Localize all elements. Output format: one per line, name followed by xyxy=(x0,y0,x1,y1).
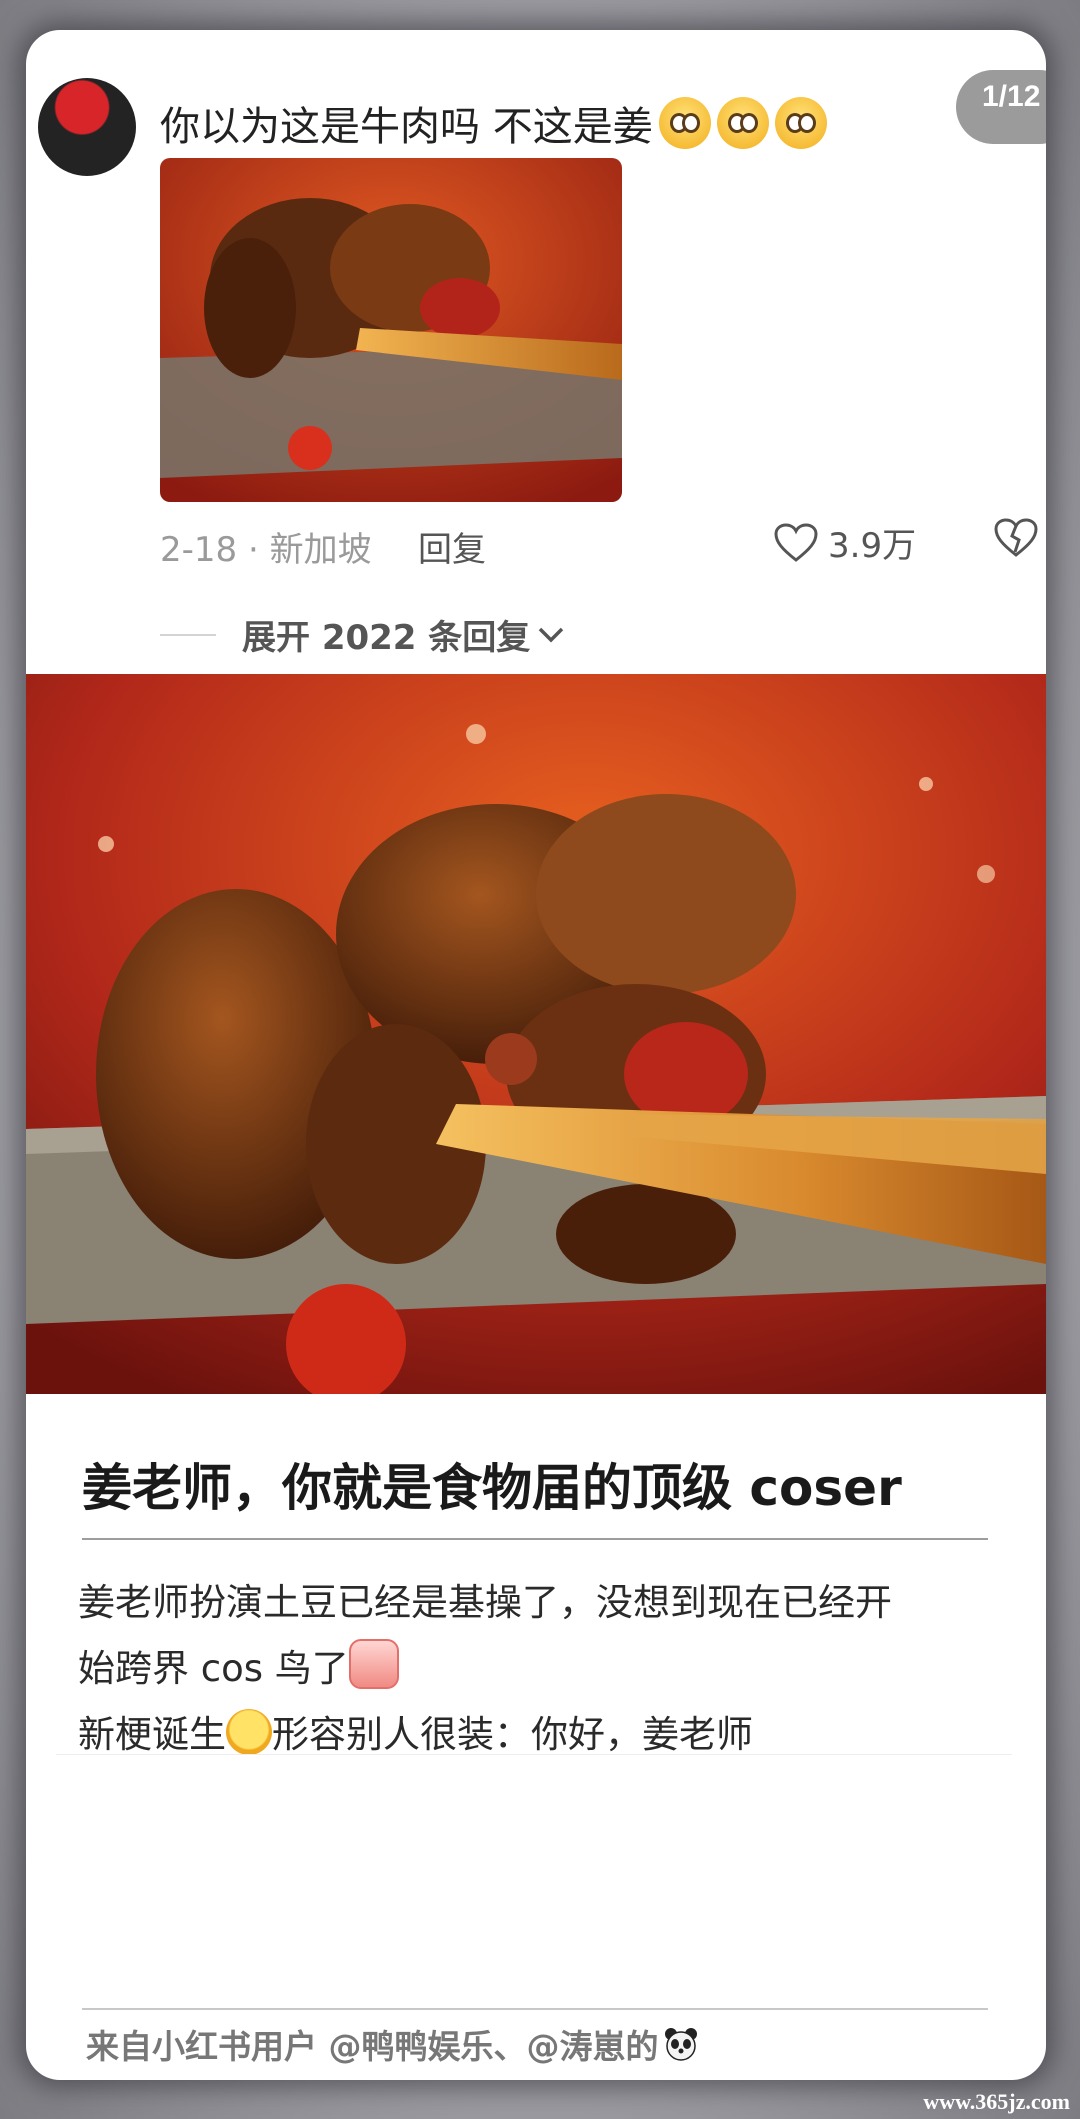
reply-button[interactable]: 回复 xyxy=(418,522,486,571)
body-line: 形容别人很装：你好，姜老师 xyxy=(272,1713,753,1756)
expand-replies-label: 展开 2022 条回复 xyxy=(242,618,531,658)
pleading-face-icon xyxy=(774,97,827,149)
footer-credit: 来自小红书用户 @鸭鸭娱乐、@涛崽的 xyxy=(86,2020,699,2068)
body-line: 始跨界 cos 鸟了 xyxy=(78,1647,349,1690)
divider xyxy=(56,1754,1012,1755)
article-title: 姜老师，你就是食物届的顶级 coser xyxy=(82,1459,902,1517)
commenter-avatar[interactable] xyxy=(38,78,136,176)
comment-meta: 2-18 · 新加坡 回复 3.9万 xyxy=(160,514,1040,574)
body-line: 新梗诞生 xyxy=(78,1713,226,1756)
divider xyxy=(160,633,216,636)
heart-icon xyxy=(774,522,818,562)
like-count: 3.9万 xyxy=(828,526,917,566)
body-line: 姜老师扮演土豆已经是基操了，没想到现在已经开 xyxy=(78,1581,892,1624)
duck-face-icon xyxy=(226,1709,272,1755)
title-divider xyxy=(82,1538,988,1540)
comment-image[interactable] xyxy=(160,158,622,502)
page-indicator: 1/12 xyxy=(956,70,1046,144)
footer-divider xyxy=(82,2008,988,2010)
chevron-down-icon xyxy=(539,627,564,642)
post-image[interactable] xyxy=(26,674,1046,1394)
comment-text-row: 你以为这是牛肉吗 不这是姜 xyxy=(160,94,827,152)
panda-icon xyxy=(664,2028,697,2061)
body-line-with-emoji: 新梗诞生 形容别人很装：你好，姜老师 xyxy=(78,1702,1008,1768)
body-line-with-emoji: 始跨界 cos 鸟了 xyxy=(78,1636,1008,1702)
crying-face-icon xyxy=(348,1639,399,1689)
pleading-face-icon xyxy=(658,97,711,149)
like-button[interactable]: 3.9万 xyxy=(774,518,916,567)
post-card: 1/12 你以为这是牛肉吗 不这是姜 2-18 · 新加坡 回复 3.9万 展开… xyxy=(26,30,1046,2080)
broken-heart-icon[interactable] xyxy=(994,518,1038,558)
article-body: 姜老师扮演土豆已经是基操了，没想到现在已经开 始跨界 cos 鸟了 新梗诞生 形容… xyxy=(78,1570,1008,1768)
comment-date-location: 2-18 · 新加坡 xyxy=(160,530,372,570)
pleading-face-icon xyxy=(716,97,769,149)
footer-credit-text: 来自小红书用户 @鸭鸭娱乐、@涛崽的 xyxy=(86,2027,659,2066)
comment-text: 你以为这是牛肉吗 不这是姜 xyxy=(160,104,653,150)
expand-replies[interactable]: 展开 2022 条回复 xyxy=(160,610,566,659)
watermark: www.365jz.com xyxy=(923,2089,1070,2114)
